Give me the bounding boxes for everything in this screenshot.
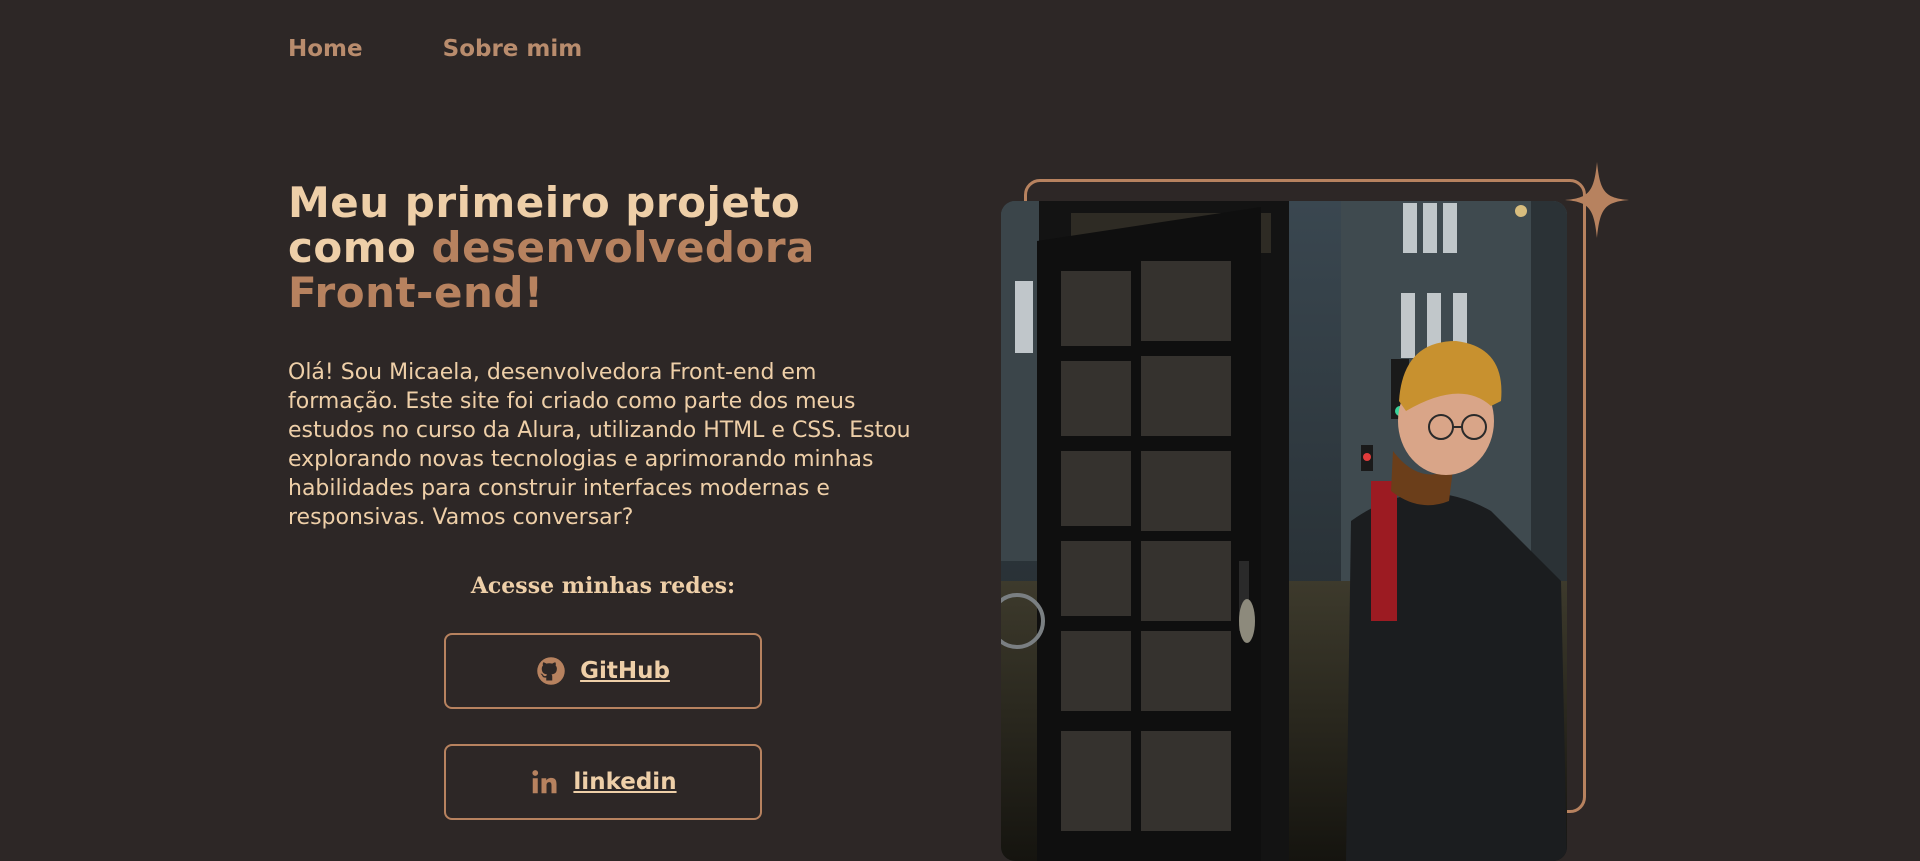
sparkle-icon (1565, 162, 1629, 238)
linkedin-button[interactable]: linkedin (444, 744, 762, 820)
github-icon (537, 657, 565, 685)
social-title: Acesse minhas redes: (470, 573, 736, 599)
nav-link-home[interactable]: Home (288, 36, 363, 62)
linkedin-icon (532, 770, 557, 794)
github-label: GitHub (580, 658, 670, 684)
profile-photo (1001, 201, 1567, 861)
intro-text: Olá! Sou Micaela, desenvolvedora Front-e… (288, 360, 911, 530)
top-nav: Home Sobre mim (288, 36, 582, 62)
hero-title: Meu primeiro projeto como desenvolvedora… (288, 180, 908, 315)
github-button[interactable]: GitHub (444, 633, 762, 709)
linkedin-label: linkedin (573, 769, 677, 795)
nav-link-about[interactable]: Sobre mim (443, 36, 583, 62)
